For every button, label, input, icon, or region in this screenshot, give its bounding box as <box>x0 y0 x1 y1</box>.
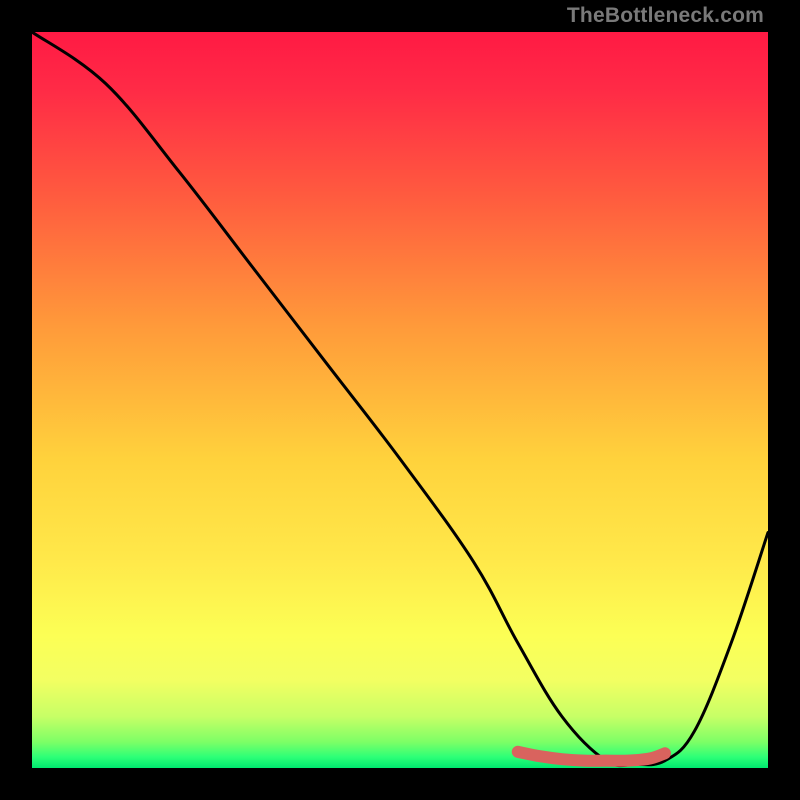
watermark-text: TheBottleneck.com <box>567 4 764 28</box>
chart-canvas <box>32 32 768 768</box>
gradient-background <box>32 32 768 768</box>
chart-frame <box>32 32 768 768</box>
